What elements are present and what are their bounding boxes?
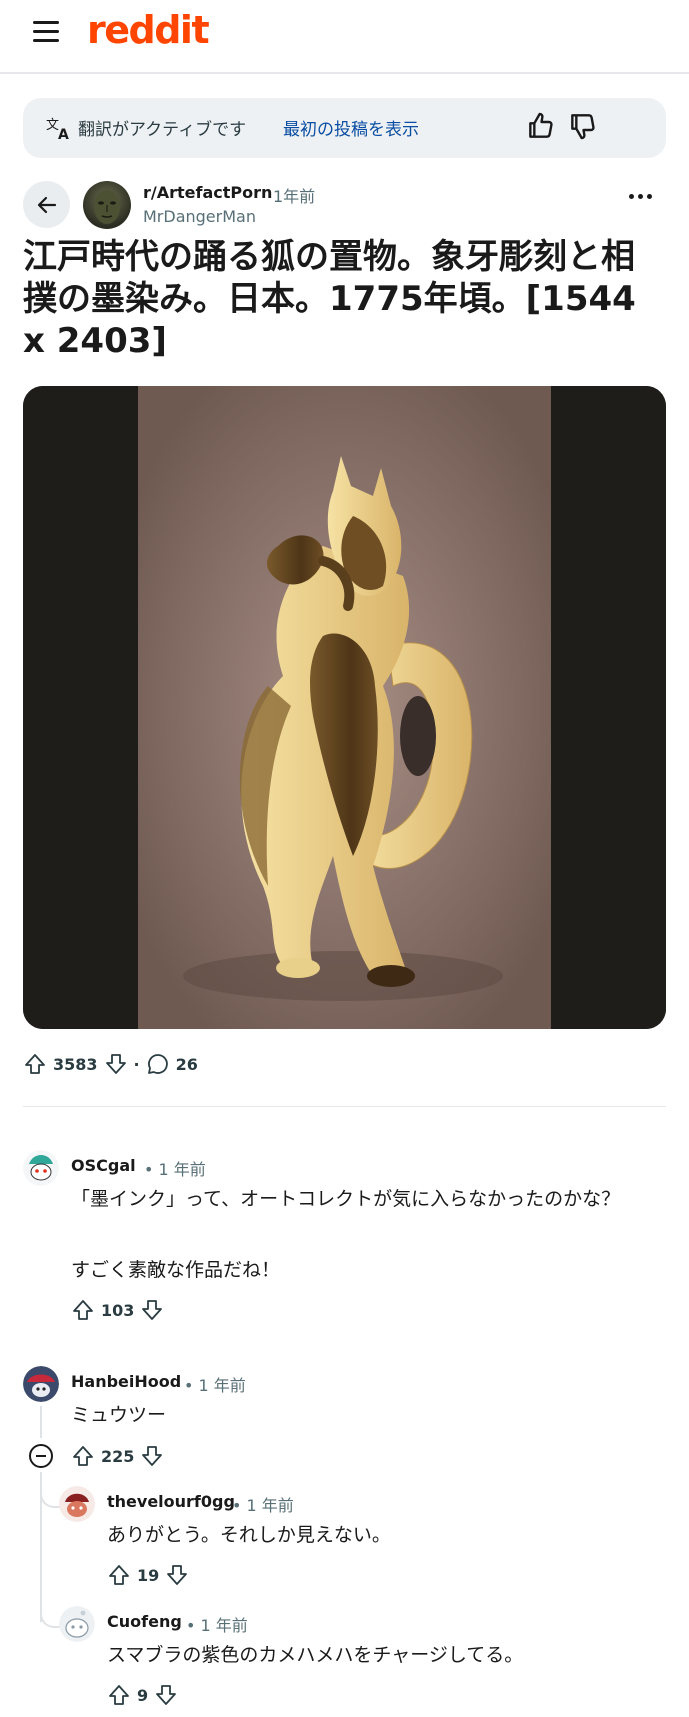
mask-avatar-image (94, 190, 120, 224)
upvote-icon[interactable] (71, 1298, 95, 1322)
post-title: 江戸時代の踊る狐の置物。象牙彫刻と相撲の墨染み。日本。1775年頃。[1544 … (23, 237, 636, 361)
comment-vote-bar: 9 (107, 1683, 178, 1707)
comment-vote-bar: 225 (71, 1444, 164, 1468)
comment-time: • 1 年前 (186, 1616, 248, 1635)
comment-time: • 1 年前 (144, 1160, 206, 1179)
subreddit-avatar[interactable] (83, 181, 131, 229)
comment-avatar[interactable] (23, 1150, 59, 1186)
comment-avatar[interactable] (23, 1366, 59, 1402)
comment-body: ミュウツー (71, 1404, 167, 1426)
translate-icon: 文 A (46, 118, 69, 141)
reddit-post-page: reddit 文 A 翻訳がアクティブです 最初の投稿を表示 r/Artefac… (0, 0, 689, 1717)
show-original-link[interactable]: 最初の投稿を表示 (283, 115, 419, 140)
thumbs-up-icon[interactable] (525, 110, 557, 142)
comment-username[interactable]: Cuofeng (107, 1612, 182, 1631)
comment-body: すごく素敵な作品だね！ (71, 1259, 281, 1281)
downvote-icon[interactable] (140, 1444, 164, 1468)
post-author[interactable]: MrDangerMan (143, 207, 256, 226)
post-image[interactable] (23, 386, 666, 1029)
post-divider (23, 1106, 666, 1107)
comment-vote-count: 9 (137, 1685, 149, 1705)
comment-body: ありがとう。それしか見えない。 (107, 1524, 391, 1546)
comment-vote-count: 225 (101, 1446, 135, 1466)
downvote-icon[interactable] (154, 1683, 178, 1707)
comment-vote-count: 103 (101, 1300, 135, 1320)
comment-username[interactable]: HanbeiHood (71, 1372, 181, 1391)
more-options-icon[interactable] (629, 189, 653, 203)
top-header: reddit (0, 0, 689, 74)
translation-status: 翻訳がアクティブです (78, 120, 247, 140)
downvote-icon[interactable] (165, 1563, 189, 1587)
subreddit-name[interactable]: r/ArtefactPorn (143, 183, 272, 202)
arrow-left-icon (37, 196, 56, 213)
vote-separator: · (133, 1054, 140, 1074)
upvote-icon[interactable] (23, 1052, 47, 1076)
comment-time: • 1 年前 (232, 1496, 294, 1515)
comment-username[interactable]: thevelourf0gg (107, 1492, 235, 1511)
comment-body: スマブラの紫色のカメハメハをチャージしてる。 (107, 1644, 524, 1666)
collapse-thread-icon[interactable] (29, 1444, 53, 1468)
post-upvote-count: 3583 (53, 1054, 98, 1074)
comment-time: • 1 年前 (184, 1376, 246, 1395)
comment-body: 「墨インク」って、オートコレクトが気に入らなかったのかな？ (71, 1188, 621, 1210)
snoo-avatar-image (23, 1366, 59, 1402)
comment-vote-bar: 103 (71, 1298, 164, 1322)
comment-avatar[interactable] (59, 1606, 95, 1642)
post-comment-count: 26 (175, 1054, 198, 1074)
thread-line (40, 1406, 42, 1438)
back-button[interactable] (23, 181, 70, 228)
comment-username[interactable]: OSCgal (71, 1156, 136, 1175)
comment-avatar[interactable] (59, 1486, 95, 1522)
hamburger-menu-icon[interactable] (33, 19, 59, 43)
snoo-avatar-image (59, 1486, 95, 1522)
fox-figurine-image (23, 386, 666, 1029)
comment-vote-bar: 19 (107, 1563, 189, 1587)
comment-bubble-icon[interactable] (146, 1052, 170, 1076)
thumbs-down-icon[interactable] (567, 110, 599, 142)
upvote-icon[interactable] (71, 1444, 95, 1468)
reddit-logo[interactable]: reddit (87, 8, 210, 52)
upvote-icon[interactable] (107, 1683, 131, 1707)
comment-vote-count: 19 (137, 1565, 160, 1585)
snoo-avatar-image (59, 1606, 95, 1642)
snoo-avatar-image (23, 1150, 59, 1186)
post-vote-bar: 3583 · 26 (23, 1050, 198, 1078)
upvote-icon[interactable] (107, 1563, 131, 1587)
translation-banner: 文 A 翻訳がアクティブです 最初の投稿を表示 (23, 98, 666, 158)
downvote-icon[interactable] (104, 1052, 128, 1076)
downvote-icon[interactable] (140, 1298, 164, 1322)
svg-text:A: A (58, 127, 69, 141)
post-age: 1年前 (273, 187, 316, 206)
